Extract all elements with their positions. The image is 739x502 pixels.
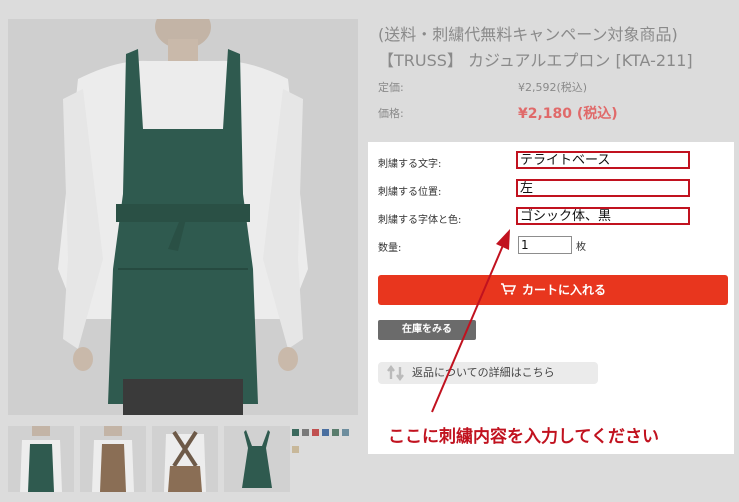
thumbnail-green-flat[interactable] (224, 426, 290, 492)
product-title: (送料・刺繍代無料キャンペーン対象商品) 【TRUSS】 カジュアルエプロン [… (378, 22, 728, 74)
swatch-2[interactable] (302, 429, 309, 436)
thumbnail-green-front[interactable] (8, 426, 74, 492)
list-price-label: 定価: (378, 81, 404, 94)
embroidery-text-input[interactable]: テライトベース (516, 151, 690, 169)
sale-price-label: 価格: (378, 107, 404, 120)
embroidery-text-label: 刺繍する文字: (378, 159, 442, 170)
embroidery-font-label: 刺繍する字体と色: (378, 215, 462, 226)
embroidery-position-label: 刺繍する位置: (378, 187, 442, 198)
swatch-1[interactable] (292, 429, 299, 436)
color-swatches (292, 429, 362, 459)
sale-price-value: ¥2,180 (税込) (518, 106, 618, 122)
add-to-cart-label: カートに入れる (521, 283, 606, 297)
swatch-5[interactable] (332, 429, 339, 436)
embroidery-form-panel: 刺繍する文字: テライトベース 刺繍する位置: 左 刺繍する字体と色: ゴシック… (368, 142, 734, 454)
swatch-3[interactable] (312, 429, 319, 436)
return-policy-button[interactable]: 返品についての詳細はこちら (378, 362, 598, 384)
quantity-input[interactable]: 1 (518, 236, 572, 254)
embroidery-position-input[interactable]: 左 (516, 179, 690, 197)
cart-icon (500, 276, 517, 306)
thumbnail-strip (8, 426, 290, 492)
product-title-line2: 【TRUSS】 カジュアルエプロン [KTA-211] (378, 51, 693, 70)
swap-arrows-icon (386, 365, 406, 389)
add-to-cart-button[interactable]: カートに入れる (378, 275, 728, 305)
swatch-4[interactable] (322, 429, 329, 436)
product-main-image (8, 19, 358, 415)
quantity-label: 数量: (378, 243, 402, 254)
embroidery-font-input[interactable]: ゴシック体、黒 (516, 207, 690, 225)
list-price-row: 定価: ¥2,592(税込) (378, 79, 587, 95)
thumbnail-brown-front[interactable] (80, 426, 146, 492)
view-stock-button[interactable]: 在庫をみる (378, 320, 476, 340)
swatch-6[interactable] (342, 429, 349, 436)
product-title-line1: (送料・刺繍代無料キャンペーン対象商品) (378, 25, 678, 44)
return-policy-label: 返品についての詳細はこちら (412, 366, 555, 379)
thumbnail-brown-back[interactable] (152, 426, 218, 492)
annotation-instruction: ここに刺繍内容を入力してください (388, 427, 659, 447)
swatch-7[interactable] (292, 446, 299, 453)
sale-price-row: 価格: ¥2,180 (税込) (378, 105, 618, 122)
quantity-unit: 枚 (576, 242, 586, 253)
list-price-value: ¥2,592(税込) (518, 81, 588, 94)
